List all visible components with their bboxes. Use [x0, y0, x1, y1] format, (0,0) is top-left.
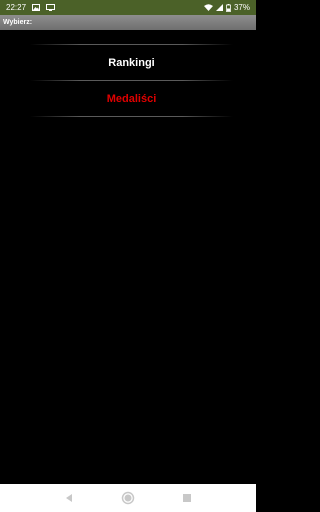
status-time: 22:27 — [6, 3, 27, 12]
menu-item-medalisci[interactable]: Medaliści — [30, 81, 233, 116]
image-icon — [32, 4, 41, 11]
status-left: 22:27 — [6, 3, 56, 12]
status-bar: 22:27 37% — [0, 0, 256, 15]
signal-icon — [215, 4, 223, 11]
divider — [30, 116, 233, 117]
title-bar: Wybierz: — [0, 15, 256, 30]
page-title: Wybierz: — [3, 19, 33, 26]
menu-item-label: Medaliści — [106, 92, 157, 105]
app-screen: 22:27 37% Wybierz: Rankingi Medaliści — [0, 0, 256, 512]
home-icon[interactable] — [118, 488, 138, 508]
navigation-bar — [0, 484, 256, 512]
recents-icon[interactable] — [177, 488, 197, 508]
menu-item-rankingi[interactable]: Rankingi — [30, 45, 233, 80]
status-right: 37% — [203, 3, 250, 12]
wifi-icon — [203, 4, 213, 11]
menu-item-label: Rankingi — [108, 56, 155, 69]
battery-icon — [226, 3, 231, 12]
cast-icon — [46, 4, 56, 11]
back-icon[interactable] — [59, 488, 79, 508]
menu-list: Rankingi Medaliści — [30, 44, 233, 117]
battery-percent: 37% — [233, 3, 250, 12]
